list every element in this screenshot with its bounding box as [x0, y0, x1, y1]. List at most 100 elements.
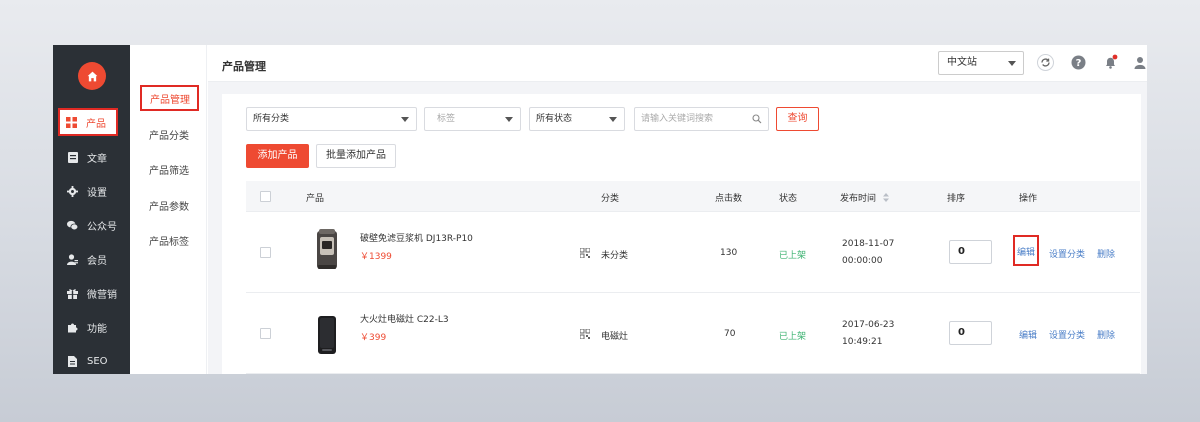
- delete-link[interactable]: 删除: [1097, 247, 1115, 260]
- status-badge: 已上架: [779, 251, 807, 261]
- table-row: 大火灶电磁灶 C22-L3 ￥399 电磁灶 70 已上架 2017-06-23…: [246, 293, 1140, 374]
- column-product: 产品: [306, 194, 325, 204]
- site-language-select[interactable]: 中文站: [938, 51, 1024, 75]
- search-input[interactable]: 请输入关键词搜索: [634, 107, 769, 131]
- sort-order-input[interactable]: 0: [949, 321, 992, 345]
- select-all-checkbox[interactable]: [260, 191, 271, 202]
- help-button[interactable]: ?: [1070, 54, 1087, 71]
- sidebar-item-label: 产品: [86, 118, 106, 130]
- product-name[interactable]: 破壁免滤豆浆机 DJ13R-P10: [360, 231, 473, 244]
- induction-cooker-image: [318, 316, 336, 354]
- status-filter-value: 所有状态: [536, 114, 573, 124]
- sidebar-item-marketing[interactable]: 微营销: [53, 280, 130, 306]
- table-header: 产品 分类 点击数 状态 发布时间 排序 操作: [246, 181, 1140, 212]
- chevron-down-icon: [1008, 61, 1016, 66]
- edit-link[interactable]: 编辑: [1019, 328, 1037, 341]
- product-category: 电磁灶: [601, 332, 629, 342]
- submenu-item-product-tags[interactable]: 产品标签: [149, 233, 189, 248]
- soymilk-maker-image: [317, 229, 337, 269]
- refresh-button[interactable]: [1037, 54, 1054, 71]
- column-publish-time[interactable]: 发布时间: [840, 191, 889, 204]
- user-icon: [1134, 57, 1146, 69]
- sidebar-item-wechat[interactable]: 公众号: [53, 212, 130, 238]
- status-filter-select[interactable]: 所有状态: [529, 107, 625, 131]
- chevron-down-icon: [505, 117, 513, 122]
- submenu-item-product-filter[interactable]: 产品筛选: [149, 162, 189, 177]
- tag-filter-placeholder: 标签: [437, 114, 456, 124]
- site-select-value: 中文站: [947, 57, 977, 68]
- sidebar-item-label: 功能: [87, 323, 107, 335]
- puzzle-icon: [67, 322, 78, 333]
- gift-icon: [67, 288, 78, 299]
- sidebar-item-label: 文章: [87, 153, 107, 165]
- document-icon: [67, 355, 78, 367]
- sidebar-item-article[interactable]: 文章: [53, 144, 130, 170]
- refresh-icon: [1037, 54, 1054, 71]
- search-icon: [752, 114, 762, 124]
- column-status: 状态: [779, 194, 798, 204]
- column-clicks: 点击数: [715, 194, 743, 204]
- product-list-card: 所有分类 标签 所有状态 请输入关键词搜索 查询 添加产品 批量添加产品 产品 …: [222, 94, 1141, 374]
- publish-date: 2018-11-07: [842, 239, 895, 249]
- add-product-button[interactable]: 添加产品: [246, 144, 309, 168]
- delete-link[interactable]: 删除: [1097, 328, 1115, 341]
- column-category: 分类: [601, 194, 620, 204]
- bell-icon: [1106, 54, 1118, 69]
- chevron-down-icon: [609, 117, 617, 122]
- notification-button[interactable]: [1102, 54, 1119, 71]
- product-clicks: 130: [720, 248, 738, 258]
- sidebar-item-label: 公众号: [87, 221, 117, 233]
- publish-time: 10:49:21: [842, 337, 883, 347]
- sidebar-item-member[interactable]: 会员: [53, 246, 130, 272]
- submenu-item-product-params[interactable]: 产品参数: [149, 198, 189, 213]
- svg-text:?: ?: [1076, 58, 1082, 69]
- sidebar-item-product[interactable]: 产品: [58, 108, 118, 136]
- product-category: 未分类: [601, 251, 629, 261]
- wechat-icon: [67, 220, 78, 231]
- member-icon: [67, 253, 78, 265]
- submenu-item-product-manage[interactable]: 产品管理: [140, 85, 199, 111]
- app-window: 产品 文章 设置 公众号 会员 微营销 功能 SEO 产品管理 产品分类 产品筛…: [53, 45, 1147, 374]
- sidebar-item-label: 会员: [87, 255, 107, 267]
- publish-date: 2017-06-23: [842, 320, 895, 330]
- help-icon: ?: [1071, 55, 1086, 70]
- sort-order-input[interactable]: 0: [949, 240, 992, 264]
- table-row: 破壁免滤豆浆机 DJ13R-P10 ￥1399 未分类 130 已上架 2018…: [246, 212, 1140, 293]
- search-placeholder: 请输入关键词搜索: [641, 114, 714, 124]
- sidebar-item-features[interactable]: 功能: [53, 314, 130, 340]
- qr-code-icon[interactable]: [580, 248, 590, 258]
- publish-time: 00:00:00: [842, 256, 883, 266]
- edit-link[interactable]: 编辑: [1013, 235, 1040, 266]
- status-badge: 已上架: [779, 332, 807, 342]
- category-filter-select[interactable]: 所有分类: [246, 107, 417, 131]
- gear-icon: [67, 185, 78, 197]
- qr-code-icon[interactable]: [580, 329, 590, 339]
- top-bar: 产品管理 中文站 ?: [208, 45, 1147, 82]
- page-title: 产品管理: [222, 60, 266, 73]
- publish-time-label: 发布时间: [840, 194, 877, 204]
- tag-filter-select[interactable]: 标签: [424, 107, 521, 131]
- batch-add-product-button[interactable]: 批量添加产品: [316, 144, 396, 168]
- category-filter-value: 所有分类: [253, 114, 290, 124]
- product-thumbnail[interactable]: [312, 313, 342, 357]
- column-operations: 操作: [1019, 194, 1038, 204]
- product-submenu: 产品管理 产品分类 产品筛选 产品参数 产品标签: [130, 45, 207, 374]
- product-clicks: 70: [724, 329, 736, 339]
- sidebar-item-label: 微营销: [87, 289, 117, 301]
- row-checkbox[interactable]: [260, 247, 271, 258]
- sidebar-item-seo[interactable]: SEO: [53, 348, 130, 374]
- query-button[interactable]: 查询: [776, 107, 819, 131]
- set-category-link[interactable]: 设置分类: [1049, 328, 1085, 341]
- sidebar-item-label: SEO: [87, 355, 108, 367]
- product-thumbnail[interactable]: [312, 227, 342, 271]
- set-category-link[interactable]: 设置分类: [1049, 247, 1085, 260]
- sidebar-item-label: 设置: [87, 187, 107, 199]
- submenu-item-product-category[interactable]: 产品分类: [149, 127, 189, 142]
- sidebar-item-settings[interactable]: 设置: [53, 178, 130, 204]
- row-checkbox[interactable]: [260, 328, 271, 339]
- grid-icon: [66, 116, 77, 128]
- main-content: 产品管理 中文站 ? 所有分类 标签 所有状态 请输入关键词搜索 查询 添加产品…: [208, 45, 1147, 374]
- product-name[interactable]: 大火灶电磁灶 C22-L3: [360, 312, 449, 325]
- user-button[interactable]: [1132, 54, 1147, 71]
- home-button[interactable]: [78, 62, 106, 90]
